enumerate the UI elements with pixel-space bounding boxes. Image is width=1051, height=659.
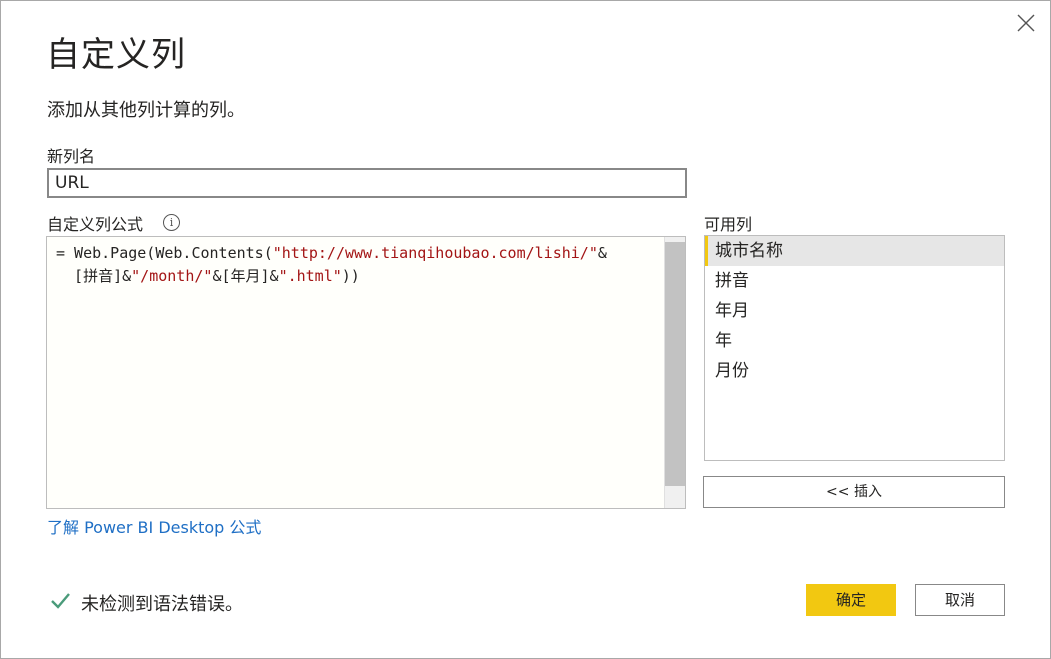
close-icon[interactable]: [1015, 12, 1037, 34]
available-columns-list[interactable]: 城市名称 拼音 年月 年 月份: [704, 235, 1005, 461]
custom-column-dialog: 自定义列 添加从其他列计算的列。 新列名 URL 自定义列公式 i = Web.…: [0, 0, 1051, 659]
available-columns-label: 可用列: [704, 215, 753, 234]
formula-label: 自定义列公式: [47, 215, 144, 234]
dialog-title: 自定义列: [46, 35, 186, 75]
column-item-pinyin[interactable]: 拼音: [705, 266, 1004, 296]
column-item-month[interactable]: 月份: [705, 356, 1004, 386]
ok-button[interactable]: 确定: [806, 584, 896, 616]
column-item-city[interactable]: 城市名称: [705, 236, 1004, 266]
formula-line2-string2: ".html": [278, 267, 342, 285]
formula-line2-c: )): [341, 267, 360, 285]
dialog-subtitle: 添加从其他列计算的列。: [47, 100, 245, 121]
new-column-name-label: 新列名: [47, 147, 96, 166]
new-column-name-input[interactable]: URL: [47, 168, 687, 198]
formula-line2-a: [拼音]&: [56, 267, 132, 285]
syntax-status-text: 未检测到语法错误。: [81, 594, 243, 615]
formula-line1-string: "http://www.tianqihoubao.com/lishi/": [272, 244, 598, 262]
info-icon[interactable]: i: [163, 214, 180, 231]
formula-editor[interactable]: = Web.Page(Web.Contents("http://www.tian…: [46, 236, 686, 509]
column-item-year[interactable]: 年: [705, 326, 1004, 356]
column-item-year-month[interactable]: 年月: [705, 296, 1004, 326]
formula-line2-b: &[年月]&: [212, 267, 279, 285]
insert-button[interactable]: << 插入: [703, 476, 1005, 508]
editor-scrollbar-thumb[interactable]: [665, 242, 685, 486]
cancel-button[interactable]: 取消: [915, 584, 1005, 616]
formula-line1-suffix: &: [597, 244, 607, 262]
learn-formulas-link[interactable]: 了解 Power BI Desktop 公式: [47, 514, 261, 538]
formula-code[interactable]: = Web.Page(Web.Contents("http://www.tian…: [56, 242, 660, 288]
check-icon: [51, 593, 70, 609]
formula-line1-prefix: = Web.Page(Web.Contents(: [56, 244, 273, 262]
formula-line2-string1: "/month/": [131, 267, 213, 285]
editor-scrollbar[interactable]: [664, 237, 685, 508]
